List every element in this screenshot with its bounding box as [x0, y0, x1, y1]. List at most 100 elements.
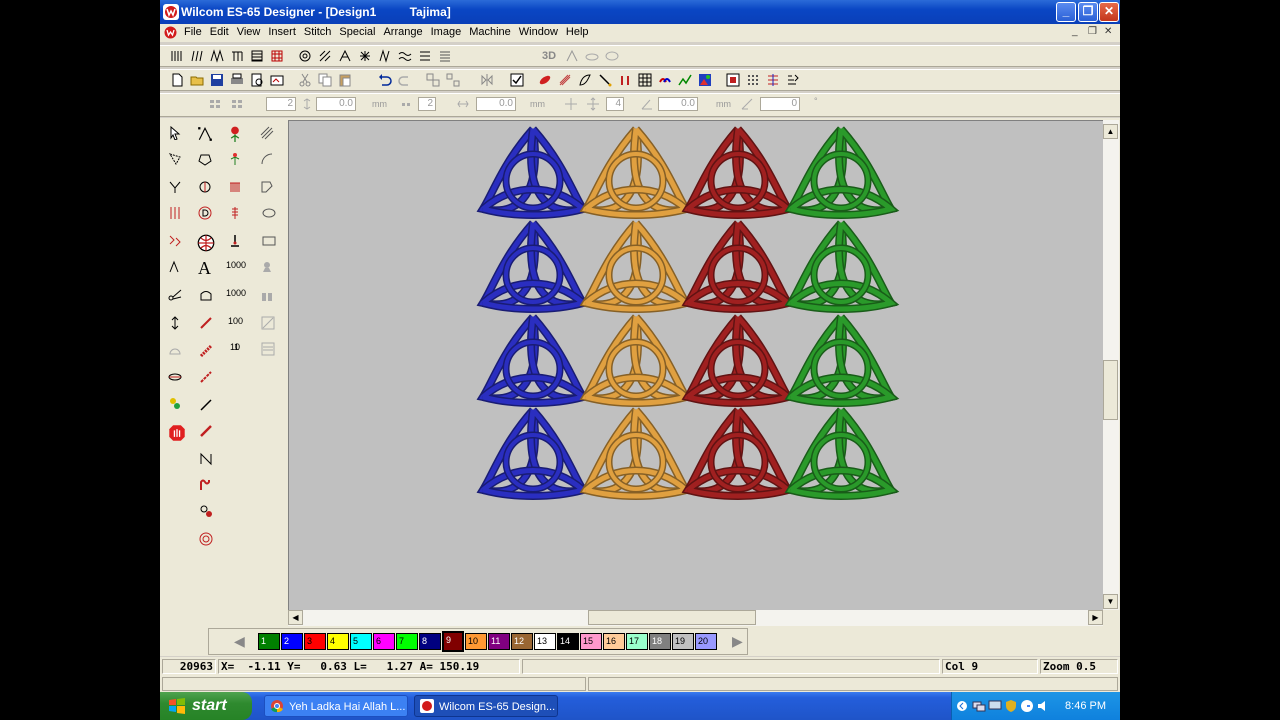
minimize-button[interactable]: _ — [1056, 2, 1076, 22]
zoom-box-icon[interactable] — [726, 73, 740, 87]
knot-blue-3[interactable] — [476, 314, 592, 407]
vertical-scroll-thumb[interactable] — [1103, 360, 1118, 420]
show-stitches-icon[interactable] — [558, 73, 572, 87]
menu-insert[interactable]: Insert — [264, 24, 300, 38]
mdi-restore-icon[interactable]: ❐ — [1088, 26, 1097, 37]
menu-file[interactable]: File — [180, 24, 206, 38]
hoop-icon[interactable] — [196, 288, 216, 302]
color-swatch-14[interactable]: 14 — [557, 633, 579, 650]
paste-icon[interactable] — [338, 73, 352, 87]
radial-fill-icon[interactable] — [358, 49, 372, 63]
flower-icon[interactable] — [226, 124, 244, 142]
menu-window[interactable]: Window — [515, 24, 562, 38]
cut-icon[interactable] — [298, 73, 312, 87]
run-line-icon[interactable] — [196, 398, 216, 412]
ellipse-icon[interactable] — [258, 206, 280, 220]
move-icon[interactable] — [564, 97, 578, 111]
diagonal-lines-icon[interactable] — [258, 126, 276, 140]
menu-view[interactable]: View — [233, 24, 265, 38]
columns-icon[interactable] — [400, 97, 414, 111]
zigzag-line-icon[interactable] — [196, 452, 216, 466]
color-swatch-16[interactable]: 16 — [603, 633, 625, 650]
tray-google-icon[interactable] — [1020, 699, 1034, 713]
redo-icon[interactable] — [398, 73, 412, 87]
scissors-icon[interactable] — [168, 288, 182, 302]
ungroup-icon[interactable] — [446, 73, 460, 87]
program-split-icon[interactable] — [338, 49, 352, 63]
knot-red-1[interactable] — [681, 126, 797, 219]
menu-edit[interactable]: Edit — [206, 24, 233, 38]
globe-icon[interactable] — [196, 234, 216, 252]
photo-stitch-icon[interactable] — [258, 342, 278, 356]
trim-tie-icon[interactable] — [196, 504, 216, 518]
freehand-icon[interactable] — [258, 180, 276, 194]
knot-green-3[interactable] — [784, 314, 900, 407]
undo-icon[interactable] — [378, 73, 392, 87]
polygon-select-icon[interactable] — [168, 152, 182, 166]
stitch-100-label[interactable]: 100 — [228, 316, 243, 326]
color-swatch-6[interactable]: 6 — [373, 633, 395, 650]
fringe-icon[interactable] — [226, 180, 244, 194]
taskbar-app-wilcom[interactable]: Wilcom ES-65 Design... — [414, 695, 558, 717]
new-file-icon[interactable] — [170, 73, 184, 87]
wave-fill-icon[interactable] — [398, 49, 412, 63]
knot-design[interactable] — [289, 121, 1103, 611]
emboss-icon[interactable] — [565, 49, 579, 63]
taskbar-app-browser[interactable]: Yeh Ladka Hai Allah L... — [264, 695, 408, 717]
menu-help[interactable]: Help — [562, 24, 593, 38]
stitch-split-icon[interactable] — [168, 234, 182, 248]
document-menu-icon[interactable] — [164, 26, 177, 39]
rows-field[interactable]: 2 — [266, 97, 296, 111]
rotate-icon[interactable] — [740, 97, 754, 111]
measure-icon[interactable] — [168, 316, 182, 330]
contour-fill-icon[interactable] — [298, 49, 312, 63]
reshape-icon[interactable] — [168, 180, 182, 194]
knot-blue-1[interactable] — [476, 126, 592, 219]
bead-icon[interactable] — [168, 396, 182, 410]
move-all-icon[interactable] — [586, 97, 600, 111]
stitch-1000-label[interactable]: 1000 — [226, 260, 246, 270]
outline-icon[interactable] — [578, 73, 592, 87]
menu-machine[interactable]: Machine — [465, 24, 515, 38]
color-swatch-2[interactable]: 2 — [281, 633, 303, 650]
select-arrow-icon[interactable] — [168, 126, 182, 140]
angle-icon[interactable] — [640, 97, 654, 111]
copy-icon[interactable] — [318, 73, 332, 87]
stitch-edit-icon[interactable] — [168, 206, 182, 220]
color-swatch-7[interactable]: 7 — [396, 633, 418, 650]
sequence-icon[interactable] — [786, 73, 800, 87]
scroll-right-button[interactable]: ▶ — [1088, 610, 1103, 625]
monogram-icon[interactable] — [196, 206, 214, 220]
scroll-up-button[interactable]: ▲ — [1103, 124, 1118, 139]
knot-green-2[interactable] — [784, 220, 900, 313]
knot-red-3[interactable] — [681, 314, 797, 407]
open-folder-icon[interactable] — [190, 73, 204, 87]
triple-run-icon[interactable] — [196, 424, 216, 438]
tray-shield-icon[interactable] — [1004, 699, 1018, 713]
plant-icon[interactable] — [226, 152, 244, 166]
layer-fill-icon[interactable] — [418, 49, 432, 63]
grid-icon[interactable] — [638, 73, 652, 87]
mdi-close-icon[interactable]: ✕ — [1104, 26, 1112, 37]
stack-fill-icon[interactable] — [438, 49, 452, 63]
copies-field[interactable]: 4 — [606, 97, 624, 111]
circle-icon[interactable] — [196, 180, 214, 194]
lettering-tool[interactable]: A — [198, 258, 211, 279]
chain-icon[interactable] — [196, 344, 216, 358]
lips-icon[interactable] — [168, 370, 182, 384]
palette-left-arrow-icon[interactable]: ◀ — [234, 633, 245, 650]
clock[interactable]: 8:46 PM — [1065, 700, 1106, 712]
tray-volume-icon[interactable] — [1036, 699, 1050, 713]
align-grid-icon[interactable] — [230, 97, 244, 111]
col-spacing-field[interactable]: 0.0 — [476, 97, 516, 111]
spacing-icon[interactable] — [300, 97, 314, 111]
close-button[interactable]: ✕ — [1099, 2, 1119, 22]
color-swatch-17[interactable]: 17 — [626, 633, 648, 650]
color-swatch-15[interactable]: 15 — [580, 633, 602, 650]
color-swatch-20[interactable]: 20 — [695, 633, 717, 650]
rotation-field[interactable]: 0 — [760, 97, 800, 111]
artwork-icon[interactable] — [658, 73, 672, 87]
line-tool-icon[interactable] — [196, 316, 216, 330]
knot-green-1[interactable] — [784, 126, 900, 219]
fancy-fill-icon[interactable] — [378, 49, 392, 63]
